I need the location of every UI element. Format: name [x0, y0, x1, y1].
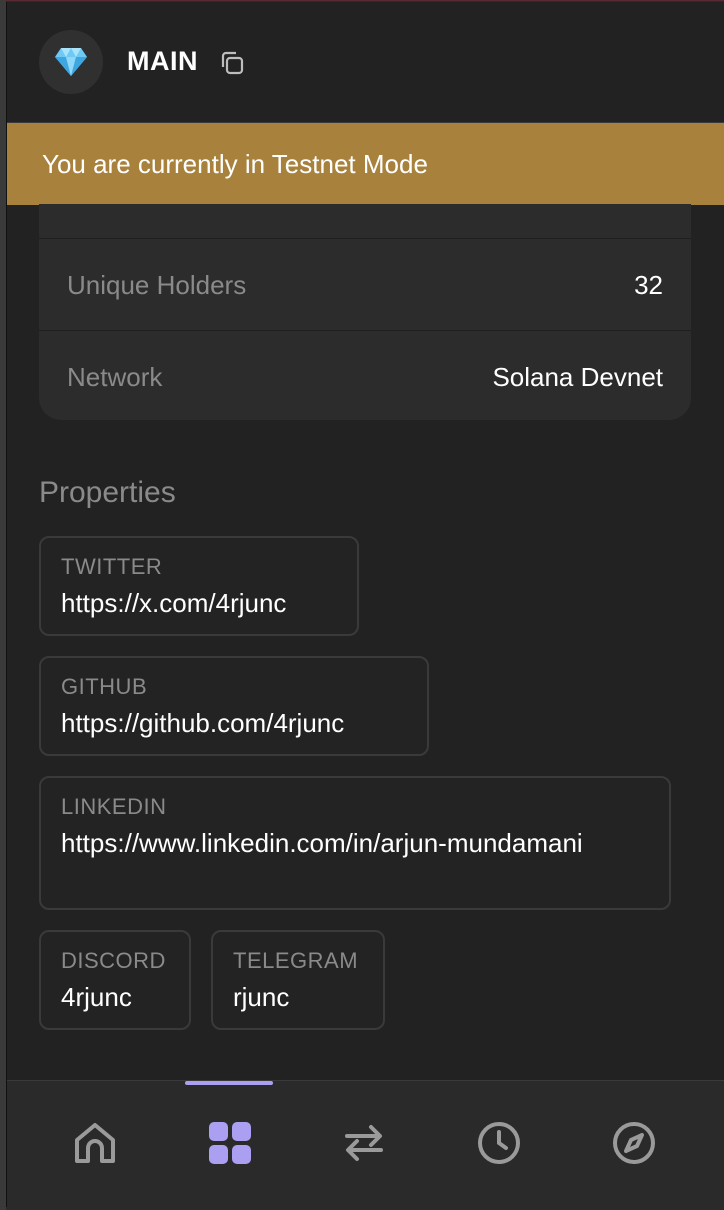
- property-value: https://www.linkedin.com/in/arjun-mundam…: [61, 828, 583, 858]
- property-linkedin[interactable]: LINKEDIN https://www.linkedin.com/in/arj…: [39, 776, 671, 910]
- gem-icon: [55, 48, 87, 76]
- nav-history[interactable]: [471, 1115, 527, 1171]
- account-avatar[interactable]: [39, 30, 103, 94]
- nav-explore[interactable]: [606, 1115, 662, 1171]
- property-value: https://x.com/4rjunc: [61, 588, 287, 618]
- swap-icon: [345, 1125, 383, 1161]
- property-key: TWITTER: [61, 554, 163, 579]
- info-value: 32: [634, 269, 663, 300]
- property-value: rjunc: [233, 982, 290, 1012]
- bottom-nav: [7, 1080, 724, 1207]
- home-icon: [75, 1123, 115, 1163]
- testnet-banner-text: You are currently in Testnet Mode: [42, 148, 428, 179]
- property-key: GITHUB: [61, 674, 148, 699]
- property-key: TELEGRAM: [233, 948, 359, 973]
- property-key: DISCORD: [61, 948, 166, 973]
- nav-home[interactable]: [67, 1115, 123, 1171]
- property-value: https://github.com/4rjunc: [61, 708, 345, 738]
- info-row-partial: [39, 204, 691, 239]
- info-label: Unique Holders: [67, 269, 247, 300]
- window-top-edge: [0, 0, 724, 1]
- info-value: Solana Devnet: [492, 361, 663, 392]
- history-clock-icon: [478, 1122, 520, 1164]
- nav-swap[interactable]: [336, 1115, 392, 1171]
- property-discord[interactable]: DISCORD 4rjunc: [39, 930, 191, 1030]
- explore-compass-icon: [613, 1122, 655, 1164]
- property-github[interactable]: GITHUB https://github.com/4rjunc: [39, 656, 429, 756]
- property-twitter[interactable]: TWITTER https://x.com/4rjunc: [39, 536, 359, 636]
- info-label: Network: [67, 361, 163, 392]
- property-value: 4rjunc: [61, 982, 132, 1012]
- header: MAIN: [7, 2, 724, 120]
- info-row-unique-holders: Unique Holders 32: [39, 240, 691, 331]
- nav-active-indicator: [185, 1081, 273, 1085]
- properties-title: Properties: [39, 476, 176, 509]
- nav-collectibles[interactable]: [202, 1115, 258, 1171]
- info-row-network: Network Solana Devnet: [39, 332, 691, 422]
- property-telegram[interactable]: TELEGRAM rjunc: [211, 930, 385, 1030]
- copy-icon[interactable]: [217, 48, 247, 78]
- testnet-banner: You are currently in Testnet Mode: [7, 122, 724, 205]
- wallet-panel: MAIN You are currently in Testnet Mode U…: [6, 2, 724, 1207]
- account-name[interactable]: MAIN: [127, 46, 198, 77]
- property-key: LINKEDIN: [61, 794, 167, 819]
- token-info-card: Unique Holders 32 Network Solana Devnet: [39, 204, 691, 420]
- collectibles-grid-icon: [209, 1122, 251, 1164]
